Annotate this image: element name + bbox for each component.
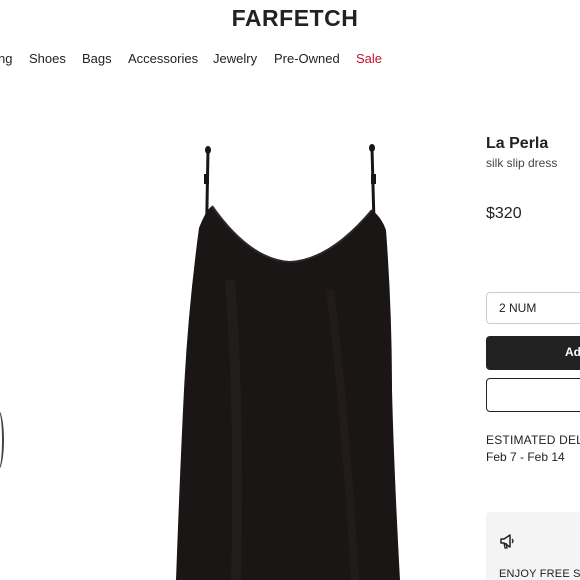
- product-price: $320: [486, 205, 522, 222]
- nav-item-clothing[interactable]: ng: [0, 51, 12, 66]
- nav-item-bags[interactable]: Bags: [82, 51, 112, 66]
- size-select[interactable]: 2 NUM: [486, 292, 580, 324]
- product-description: silk slip dress: [486, 156, 558, 170]
- megaphone-icon: [500, 534, 514, 549]
- add-to-bag-button[interactable]: Ad: [486, 336, 580, 370]
- product-image-area[interactable]: [0, 110, 470, 580]
- nav-item-accessories[interactable]: Accessories: [128, 51, 198, 66]
- nav-item-sale[interactable]: Sale: [356, 51, 382, 66]
- delivery-dates: Feb 7 - Feb 14: [486, 450, 565, 464]
- nav-item-pre-owned[interactable]: Pre-Owned: [274, 51, 340, 66]
- farfetch-logo[interactable]: FARFETCH: [0, 5, 580, 32]
- nav-item-jewelry[interactable]: Jewelry: [213, 51, 257, 66]
- product-image[interactable]: [0, 110, 470, 580]
- wishlist-button[interactable]: [486, 378, 580, 412]
- promo-text: ENJOY FREE S: [499, 568, 580, 580]
- product-page: FARFETCH ng Shoes Bags Accessories Jewel…: [0, 0, 580, 580]
- nav-item-shoes[interactable]: Shoes: [29, 51, 66, 66]
- delivery-label: ESTIMATED DELIV: [486, 433, 580, 447]
- product-brand[interactable]: La Perla: [486, 135, 548, 153]
